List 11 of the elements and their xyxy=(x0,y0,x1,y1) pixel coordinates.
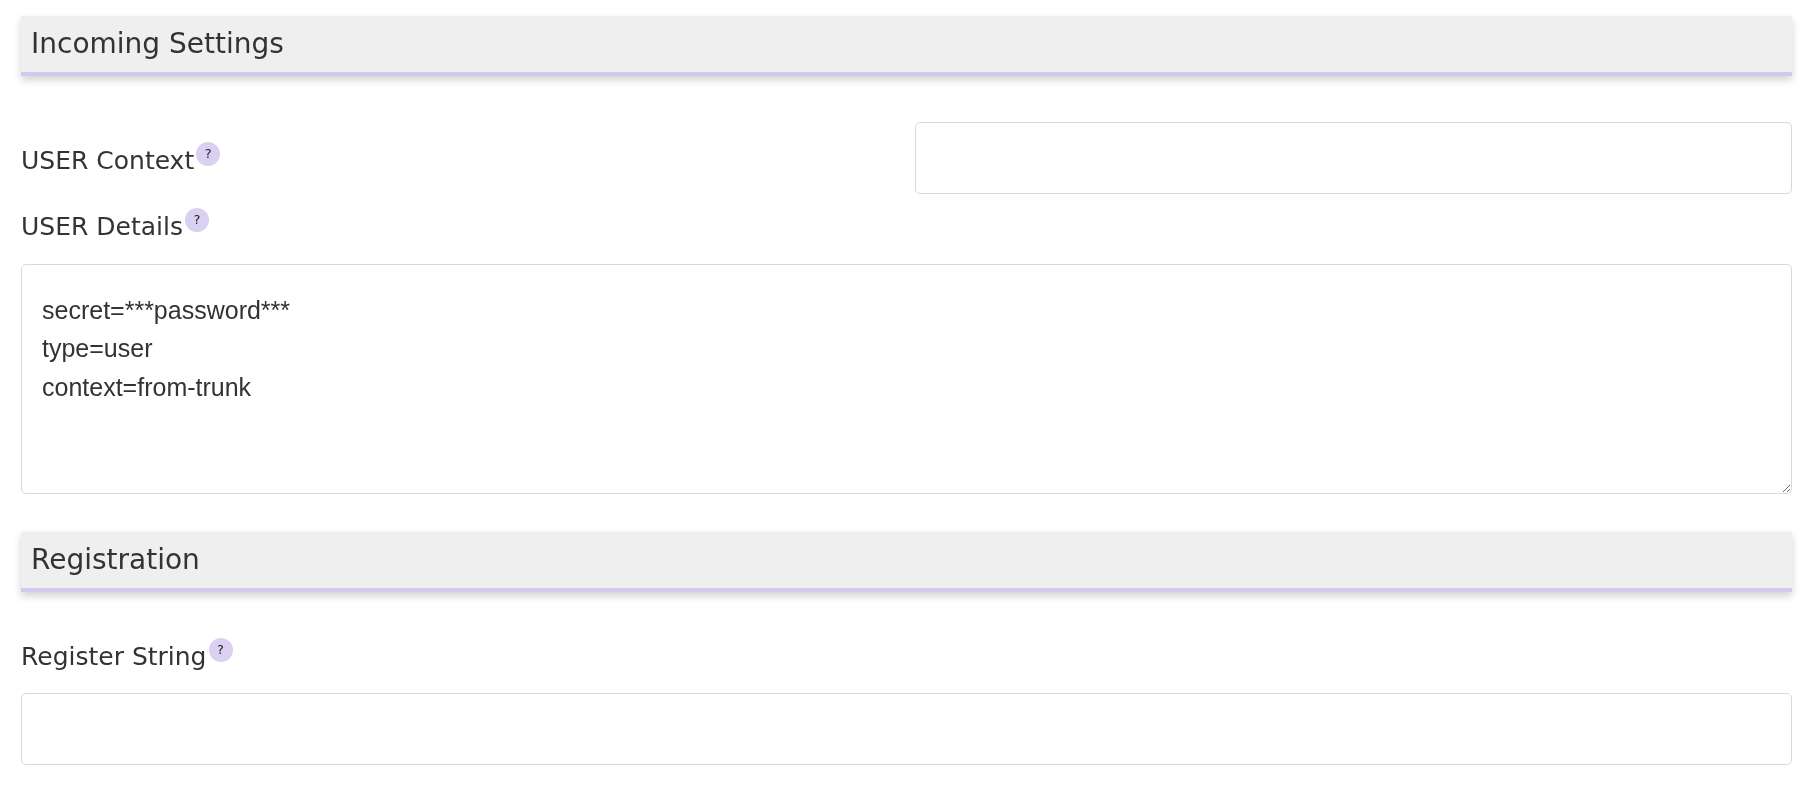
text-field[interactable] xyxy=(21,693,1792,765)
section-header: Registration xyxy=(21,531,1792,592)
help-icon[interactable]: ? xyxy=(196,142,221,166)
field-label: Register String xyxy=(21,640,207,673)
text-area[interactable]: secret=***password*** type=user context=from-trunk xyxy=(21,263,1792,494)
help-icon[interactable]: ? xyxy=(184,208,209,232)
section-header: Incoming Settings xyxy=(21,16,1792,76)
text-field[interactable] xyxy=(914,122,1792,194)
field-label: USER Context xyxy=(21,145,195,177)
help-icon[interactable]: ? xyxy=(208,637,233,662)
field-label: USER Details xyxy=(21,211,183,243)
